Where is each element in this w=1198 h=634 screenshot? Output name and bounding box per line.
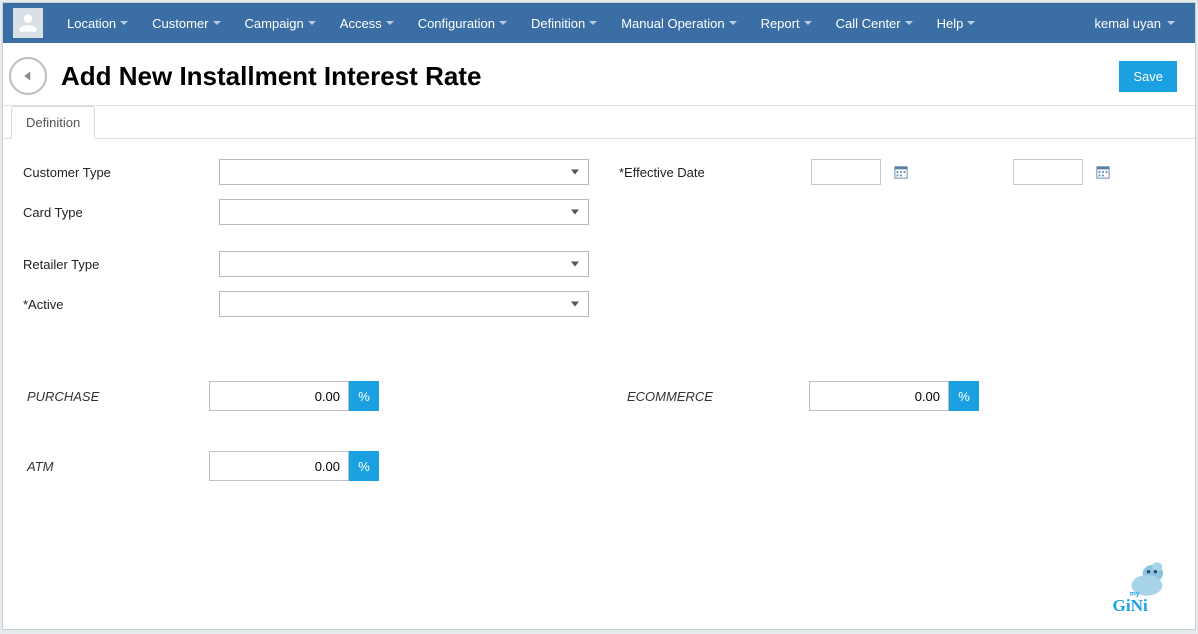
date-to-input[interactable]: [1013, 159, 1083, 185]
label-retailer-type: Retailer Type: [19, 257, 219, 272]
atm-input[interactable]: [209, 451, 349, 481]
chevron-down-icon: [499, 21, 507, 25]
page-title: Add New Installment Interest Rate: [61, 61, 481, 92]
chevron-down-icon: [308, 21, 316, 25]
calendar-icon: [894, 165, 908, 179]
chevron-down-icon: [967, 21, 975, 25]
percent-badge: %: [349, 451, 379, 481]
nav-manual-operation[interactable]: Manual Operation: [611, 8, 746, 39]
nav-location[interactable]: Location: [57, 8, 138, 39]
brand-logo: my GiNi: [1105, 558, 1175, 621]
back-button[interactable]: [9, 57, 47, 95]
arrow-left-icon: [19, 67, 37, 85]
page-header: Add New Installment Interest Rate Save: [3, 43, 1195, 106]
chevron-down-icon: [905, 21, 913, 25]
customer-type-select[interactable]: [219, 159, 589, 185]
label-purchase: PURCHASE: [19, 389, 209, 404]
tab-definition[interactable]: Definition: [11, 106, 95, 139]
nav-help[interactable]: Help: [927, 8, 986, 39]
form-body: Customer Type Card Type Retailer Type: [3, 139, 1195, 351]
ecommerce-input[interactable]: [809, 381, 949, 411]
calendar-icon: [1096, 165, 1110, 179]
nav-report[interactable]: Report: [751, 8, 822, 39]
calendar-from-button[interactable]: [893, 164, 909, 180]
chevron-down-icon: [386, 21, 394, 25]
percent-badge: %: [349, 381, 379, 411]
percent-badge: %: [949, 381, 979, 411]
svg-text:GiNi: GiNi: [1113, 596, 1148, 615]
save-button[interactable]: Save: [1119, 61, 1177, 92]
chevron-down-icon: [804, 21, 812, 25]
label-effective-date: *Effective Date: [619, 165, 799, 180]
user-menu[interactable]: kemal uyan: [1085, 8, 1185, 39]
chevron-down-icon: [729, 21, 737, 25]
label-active: *Active: [19, 297, 219, 312]
date-from-input[interactable]: [811, 159, 881, 185]
avatar[interactable]: [13, 8, 43, 38]
nav-configuration[interactable]: Configuration: [408, 8, 517, 39]
chevron-down-icon: [213, 21, 221, 25]
active-select[interactable]: [219, 291, 589, 317]
label-card-type: Card Type: [19, 205, 219, 220]
nav-campaign[interactable]: Campaign: [235, 8, 326, 39]
tab-row: Definition: [3, 106, 1195, 139]
mascot-icon: my GiNi: [1105, 558, 1175, 618]
chevron-down-icon: [1167, 21, 1175, 25]
card-type-select[interactable]: [219, 199, 589, 225]
label-atm: ATM: [19, 459, 209, 474]
label-ecommerce: ECOMMERCE: [619, 389, 809, 404]
purchase-input[interactable]: [209, 381, 349, 411]
chevron-down-icon: [120, 21, 128, 25]
nav-call-center[interactable]: Call Center: [826, 8, 923, 39]
nav-customer[interactable]: Customer: [142, 8, 230, 39]
nav-access[interactable]: Access: [330, 8, 404, 39]
retailer-type-select[interactable]: [219, 251, 589, 277]
rates-section: PURCHASE % ECOMMERCE % ATM %: [3, 351, 1195, 491]
chevron-down-icon: [589, 21, 597, 25]
label-customer-type: Customer Type: [19, 165, 219, 180]
calendar-to-button[interactable]: [1095, 164, 1111, 180]
top-nav: Location Customer Campaign Access Config…: [3, 3, 1195, 43]
person-icon: [15, 10, 41, 36]
nav-definition[interactable]: Definition: [521, 8, 607, 39]
